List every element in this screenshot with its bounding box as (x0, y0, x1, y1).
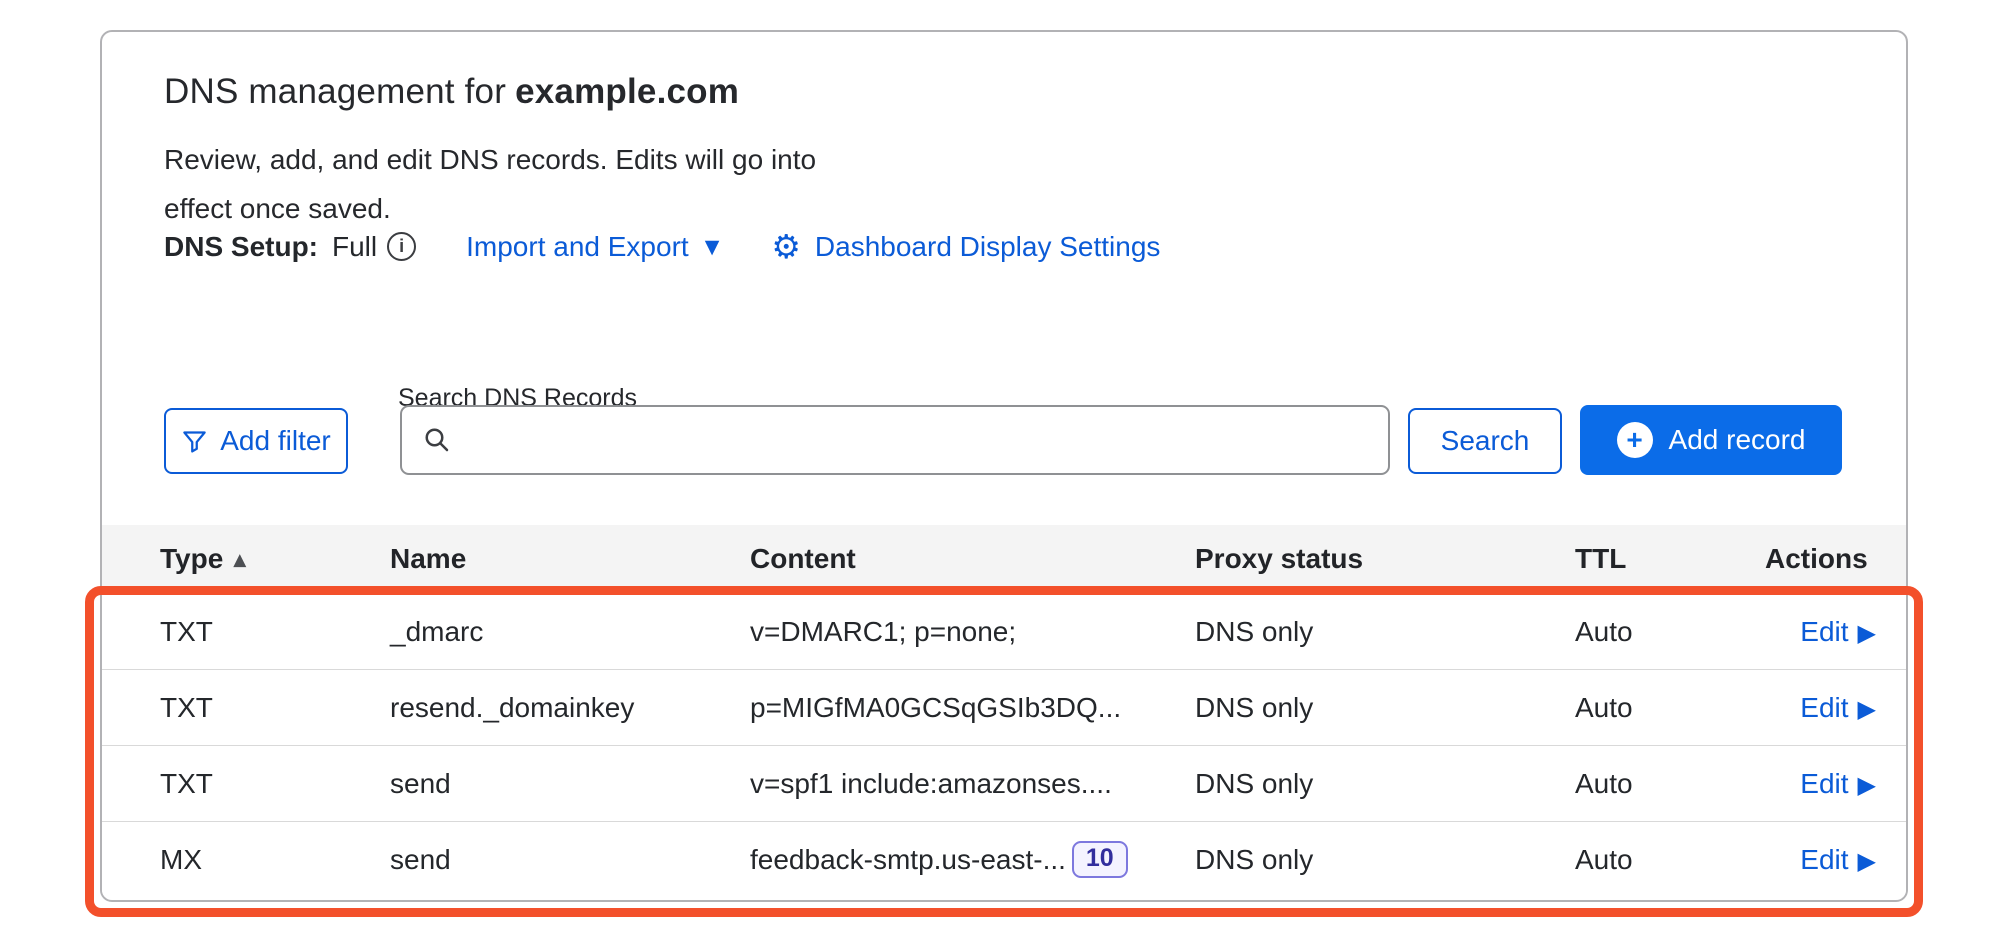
add-record-label: Add record (1669, 424, 1806, 456)
dns-records-table: Type▲ Name Content Proxy status TTL Acti… (102, 525, 1906, 897)
chevron-right-icon: ▶ (1858, 847, 1876, 875)
cell-type: TXT (160, 768, 390, 800)
cell-proxy-status: DNS only (1195, 616, 1575, 648)
cell-proxy-status: DNS only (1195, 844, 1575, 876)
cell-content: feedback-smtp.us-east-...10 (750, 841, 1195, 878)
search-button[interactable]: Search (1408, 408, 1562, 474)
cell-name: send (390, 844, 750, 876)
gear-icon: ⚙ (771, 230, 801, 263)
cell-ttl: Auto (1575, 768, 1765, 800)
cell-ttl: Auto (1575, 844, 1765, 876)
cell-ttl: Auto (1575, 616, 1765, 648)
cell-type: TXT (160, 616, 390, 648)
header-proxy-status: Proxy status (1195, 543, 1575, 575)
search-input[interactable] (466, 407, 1388, 473)
header-type[interactable]: Type▲ (160, 543, 390, 575)
page-title-prefix: DNS management for (164, 72, 506, 111)
import-export-label: Import and Export (466, 231, 689, 263)
dns-setup-row: DNS Setup: Full i Import and Export ▼ ⚙ … (164, 230, 1160, 263)
chevron-down-icon: ▼ (705, 236, 720, 258)
import-export-link[interactable]: Import and Export ▼ (466, 231, 719, 263)
add-filter-label: Add filter (220, 425, 331, 457)
search-button-label: Search (1441, 425, 1530, 457)
records-toolbar: Add filter Search + Add record (164, 405, 1846, 477)
edit-record-link[interactable]: Edit▶ (1800, 768, 1876, 799)
page-title: DNS management forexample.com (164, 72, 739, 112)
dashboard-display-settings-link[interactable]: ⚙ Dashboard Display Settings (771, 230, 1160, 263)
page-description: Review, add, and edit DNS records. Edits… (164, 135, 824, 233)
cell-proxy-status: DNS only (1195, 768, 1575, 800)
chevron-right-icon: ▶ (1858, 695, 1876, 723)
add-record-button[interactable]: + Add record (1580, 405, 1842, 475)
filter-funnel-icon (181, 428, 208, 455)
chevron-right-icon: ▶ (1858, 619, 1876, 647)
table-row: TXT send v=spf1 include:amazonses.... DN… (102, 745, 1906, 821)
plus-icon: + (1617, 422, 1653, 458)
cell-content: v=spf1 include:amazonses.... (750, 768, 1195, 800)
cell-name: _dmarc (390, 616, 750, 648)
mx-priority-badge: 10 (1072, 841, 1128, 878)
cell-name: resend._domainkey (390, 692, 750, 724)
dns-setup-value: Full (332, 231, 377, 263)
cell-type: MX (160, 844, 390, 876)
cell-content: p=MIGfMA0GCSqGSIb3DQ... (750, 692, 1195, 724)
dashboard-display-settings-label: Dashboard Display Settings (815, 231, 1161, 263)
dns-management-screen: DNS management forexample.com Review, ad… (0, 0, 2012, 936)
chevron-right-icon: ▶ (1858, 771, 1876, 799)
edit-record-link[interactable]: Edit▶ (1800, 844, 1876, 875)
sort-ascending-icon: ▲ (233, 550, 246, 570)
cell-content: v=DMARC1; p=none; (750, 616, 1195, 648)
table-row: MX send feedback-smtp.us-east-...10 DNS … (102, 821, 1906, 897)
dns-setup-label: DNS Setup: (164, 231, 318, 263)
cell-ttl: Auto (1575, 692, 1765, 724)
header-actions: Actions (1765, 543, 1876, 575)
table-header-row: Type▲ Name Content Proxy status TTL Acti… (102, 525, 1906, 593)
header-name: Name (390, 543, 750, 575)
table-row: TXT _dmarc v=DMARC1; p=none; DNS only Au… (102, 593, 1906, 669)
cell-name: send (390, 768, 750, 800)
search-icon (422, 425, 452, 455)
dns-management-card: DNS management forexample.com Review, ad… (100, 30, 1908, 902)
add-filter-button[interactable]: Add filter (164, 408, 348, 474)
edit-record-link[interactable]: Edit▶ (1800, 616, 1876, 647)
cell-type: TXT (160, 692, 390, 724)
edit-record-link[interactable]: Edit▶ (1800, 692, 1876, 723)
info-icon[interactable]: i (387, 232, 416, 261)
table-row: TXT resend._domainkey p=MIGfMA0GCSqGSIb3… (102, 669, 1906, 745)
page-title-domain: example.com (515, 72, 739, 111)
header-ttl: TTL (1575, 543, 1765, 575)
search-input-container (400, 405, 1390, 475)
cell-proxy-status: DNS only (1195, 692, 1575, 724)
header-content: Content (750, 543, 1195, 575)
